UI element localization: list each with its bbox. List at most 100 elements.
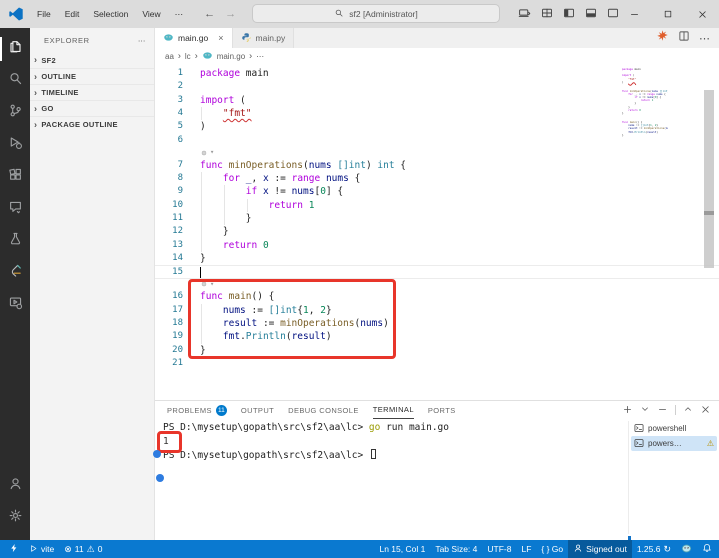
dash-icon[interactable] <box>657 404 668 417</box>
run-starburst-icon[interactable] <box>656 29 669 47</box>
activity-leetcode[interactable] <box>0 257 30 289</box>
menu-bar: File Edit Selection View <box>30 4 168 24</box>
panel-tab-ports[interactable]: PORTS <box>428 401 456 419</box>
activity-explorer[interactable] <box>0 33 30 65</box>
line-number: 12 <box>172 226 183 237</box>
tab-main.py[interactable]: main.py <box>232 28 295 48</box>
panel-tab-problems[interactable]: PROBLEMS 11 <box>167 401 227 419</box>
code-line-19[interactable]: 19 fmt.Println(result) <box>155 330 719 344</box>
tab-size[interactable]: Tab Size: 4 <box>430 540 482 558</box>
bolt-icon <box>9 543 19 555</box>
code-line-18[interactable]: 18 result := minOperations(nums) <box>155 316 719 331</box>
gopher-status[interactable] <box>676 540 697 558</box>
sidebar-section-timeline[interactable]: › TIMELINE <box>30 84 154 100</box>
code-line-16[interactable]: 16 func main() { <box>155 290 719 303</box>
code-line-15[interactable]: 15 <box>155 265 719 279</box>
cursor-position[interactable]: Ln 15, Col 1 <box>374 540 430 558</box>
code-line-13[interactable]: 13 return 0 <box>155 238 719 252</box>
menu-selection[interactable]: Selection <box>86 4 135 24</box>
panel-bottom-icon[interactable] <box>585 7 597 21</box>
code-line-8[interactable]: 8 for _, x := range nums { <box>155 171 719 186</box>
vscode-window: File Edit Selection View ⋯ ← → sf2 [Adminis… <box>0 0 719 558</box>
code-editor[interactable]: 1 package main 2 3 import (4 "fmt" 5) 6 ▾ 7 func … <box>155 64 719 400</box>
code-line-17[interactable]: 17 nums := []int{1, 2} <box>155 303 719 317</box>
notifications[interactable] <box>697 540 717 558</box>
breadcrumb[interactable]: aa › lc › main.go › ⋯ <box>155 48 719 64</box>
minimap[interactable]: package main import ( "fmt") func minOpera… <box>622 68 668 140</box>
sidebar-section-sf2[interactable]: › SF2 <box>30 52 154 68</box>
back-button[interactable]: ← <box>204 8 215 20</box>
code-line-9[interactable]: 9 if x != nums[0] { <box>155 185 719 199</box>
more-dots-icon[interactable]: ⋯ <box>699 29 711 47</box>
breadcrumb-item[interactable]: lc <box>185 52 191 61</box>
code-line-12[interactable]: 12 } <box>155 225 719 239</box>
line-text: package main <box>200 68 269 79</box>
command-center-search[interactable]: sf2 [Administrator] <box>252 4 500 23</box>
activity-remote-media[interactable] <box>0 289 30 321</box>
close-icon[interactable] <box>700 404 711 417</box>
breadcrumb-item-file[interactable]: main.go <box>217 52 245 61</box>
problems-status[interactable]: ⊗ 11 ⚠ 0 <box>59 540 107 558</box>
panel-left-icon[interactable] <box>563 7 575 21</box>
activity-search[interactable] <box>0 65 30 97</box>
terminal-instance-label: powers… <box>648 439 682 448</box>
activity-source-control[interactable] <box>0 97 30 129</box>
testing-icon <box>8 231 23 251</box>
layout-grid-icon[interactable] <box>541 7 553 21</box>
terminal-instance-powershell[interactable]: powershell <box>631 421 717 436</box>
encoding[interactable]: UTF-8 <box>482 540 516 558</box>
code-line-7[interactable]: 7 func minOperations(nums []int) int { <box>155 159 719 172</box>
close-button[interactable] <box>685 0 719 28</box>
sidebar-section-package-outline[interactable]: › PACKAGE OUTLINE <box>30 116 154 132</box>
remote-window-icon[interactable] <box>518 7 531 22</box>
chevron-down-icon[interactable] <box>640 404 650 416</box>
eol[interactable]: LF <box>516 540 536 558</box>
forward-button[interactable]: → <box>225 8 236 20</box>
activity-chat[interactable] <box>0 193 30 225</box>
sidebar-more-actions[interactable]: ⋯ <box>138 36 146 45</box>
remote-indicator[interactable] <box>4 540 24 558</box>
minimize-button[interactable] <box>617 0 651 28</box>
code-line-11[interactable]: 11 } <box>155 211 719 226</box>
activity-testing[interactable] <box>0 225 30 257</box>
terminal-instance-powers[interactable]: powers… ⚠ <box>631 436 717 451</box>
sidebar-section-go[interactable]: › GO <box>30 100 154 116</box>
code-line-14[interactable]: 14} <box>155 252 719 265</box>
run-decoration[interactable]: ▾ <box>155 279 719 291</box>
tab-main.go[interactable]: main.go × <box>155 28 233 48</box>
activity-settings[interactable] <box>0 502 30 534</box>
breadcrumb-symbol[interactable]: ⋯ <box>256 52 264 61</box>
terminal-output[interactable]: PS D:\mysetup\gopath\src\sf2\aa\lc> go r… <box>163 421 625 540</box>
chevron-up-icon[interactable] <box>683 404 693 416</box>
menu-more[interactable]: ⋯ <box>168 4 191 24</box>
activity-run-debug[interactable] <box>0 129 30 161</box>
panel-tab-output[interactable]: OUTPUT <box>241 401 274 419</box>
chevron-right-icon: › <box>34 103 38 113</box>
code-line-20[interactable]: 20} <box>155 344 719 357</box>
go-version[interactable]: 1.25.6 ↻ <box>632 540 676 558</box>
panel-tab-terminal[interactable]: TERMINAL <box>372 401 414 419</box>
sidebar-section-outline[interactable]: › OUTLINE <box>30 68 154 84</box>
language-mode[interactable]: { } Go <box>536 540 568 558</box>
problems-badge: 11 <box>215 404 227 416</box>
gear-run-icon[interactable]: ▾ <box>200 279 214 291</box>
panel-tab-debug-console[interactable]: DEBUG CONSOLE <box>288 401 359 419</box>
code-line-10[interactable]: 10 return 1 <box>155 198 719 212</box>
split-editor-icon[interactable] <box>678 29 690 47</box>
gear-run-icon[interactable]: ▾ <box>200 147 214 159</box>
line-text: nums := []int{1, 2} <box>222 304 332 316</box>
code-line-21[interactable]: 21 <box>155 357 719 370</box>
activity-accounts[interactable] <box>0 470 30 502</box>
tab-close-icon[interactable]: × <box>218 33 223 43</box>
activity-extensions[interactable] <box>0 161 30 193</box>
maximize-button[interactable] <box>651 0 685 28</box>
task-vite[interactable]: vite <box>24 540 59 558</box>
breadcrumb-item[interactable]: aa <box>165 52 174 61</box>
menu-view[interactable]: View <box>135 4 167 24</box>
menu-edit[interactable]: Edit <box>58 4 87 24</box>
plus-icon[interactable] <box>622 404 633 417</box>
run-decoration[interactable]: ▾ <box>155 147 719 159</box>
editor-scrollbar[interactable] <box>704 90 714 268</box>
menu-file[interactable]: File <box>30 4 58 24</box>
account-status[interactable]: Signed out <box>568 540 632 558</box>
